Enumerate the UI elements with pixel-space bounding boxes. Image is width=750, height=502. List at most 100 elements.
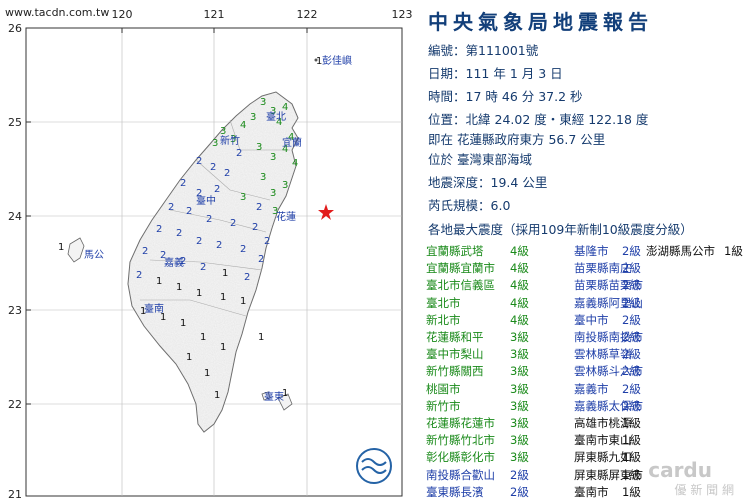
intensity-level: 2級 [622,347,641,362]
svg-text:2: 2 [252,222,258,233]
svg-text:3: 3 [256,142,262,153]
station-name: 新北市 [426,312,461,327]
svg-text:1: 1 [204,368,210,379]
svg-text:2: 2 [244,272,250,283]
svg-text:2: 2 [186,206,192,217]
station-name: 新竹縣關西 [426,364,484,379]
svg-text:2: 2 [176,228,182,239]
intensity-level: 2級 [510,484,529,499]
place-magong: 馬公 [84,249,104,261]
place-hualien: 花蓮 [276,210,296,223]
report-area: 位於 臺灣東部海域 [428,152,533,167]
intensity-row: 宜蘭縣武塔 4級 基隆市 2級 澎湖縣馬公市 1級 [426,243,746,261]
lon-label: 121 [204,8,225,21]
intensity-row: 新竹縣關西 3級 雲林縣斗六市 2級 [426,363,746,381]
intensity-row: 臺北市信義區 4級 苗栗縣苗栗市 2級 [426,277,746,295]
station-name: 桃園市 [426,381,461,396]
intensity-level: 2級 [622,381,641,396]
intensity-level: 1級 [622,433,641,448]
intensity-level: 3級 [510,450,529,465]
lat-label: 26 [8,22,22,35]
svg-text:1: 1 [214,390,220,401]
svg-text:3: 3 [240,192,246,203]
station-name: 新竹市 [426,398,461,413]
lon-label: 120 [112,8,133,21]
report-number: 編號：第111001號 [428,43,539,58]
report-date: 日期：111 年 1 月 3 日 [428,66,563,81]
svg-text:1: 1 [156,276,162,287]
station-name: 臺北市 [426,295,461,310]
svg-text:3: 3 [260,97,266,108]
intensity-level: 3級 [510,364,529,379]
intensity-row: 花蓮縣花蓮市 3級 高雄市桃源 1級 [426,415,746,433]
watermark-brand: cardu [648,458,712,482]
report-title: 中央氣象局地震報告 [428,10,653,34]
lat-label: 22 [8,398,22,411]
intensity-row: 新竹縣竹北市 3級 臺南市東山 1級 [426,432,746,450]
intensity-level: 3級 [510,433,529,448]
intensity-level: 2級 [622,312,641,327]
intensity-level: 3級 [510,330,529,344]
svg-text:2: 2 [156,224,162,235]
intensity-row: 新竹市 3級 嘉義縣太保市 2級 [426,398,746,416]
station-name: 臺中市梨山 [426,347,484,362]
svg-text:1: 1 [220,342,226,353]
intensity-level: 2級 [622,244,641,258]
place-taitung: 臺東 [264,390,284,403]
svg-text:2: 2 [236,148,242,159]
report-relative-location: 即在 花蓮縣政府東方 56.7 公里 [428,132,606,147]
station-name: 花蓮縣和平 [426,330,484,344]
intensity-level: 4級 [510,244,529,258]
station-name: 新竹縣竹北市 [426,433,495,448]
intensity-row: 桃園市 3級 嘉義市 2級 [426,381,746,399]
station-name: 臺東縣長濱 [426,484,484,499]
station-name: 宜蘭縣宜蘭市 [426,261,495,276]
svg-text:1: 1 [186,352,192,363]
station-name: 花蓮縣花蓮市 [426,416,495,430]
svg-text:2: 2 [168,202,174,213]
svg-text:2: 2 [206,214,212,225]
intensity-level: 2級 [622,398,641,413]
station-name: 澎湖縣馬公市 [646,244,715,258]
place-chiayi: 嘉義 [164,256,184,269]
report-time: 時間：17 時 46 分 37.2 秒 [428,89,583,104]
intensity-level: 2級 [622,330,641,344]
svg-text:2: 2 [136,270,142,281]
place-taichung: 臺中 [196,194,216,207]
earthquake-report-panel: 中央氣象局地震報告 編號：第111001號 日期：111 年 1 月 3 日 時… [420,0,750,500]
station-name: 嘉義市 [574,381,609,396]
lat-label: 21 [8,488,22,500]
station-name: 南投縣合歡山 [426,467,495,482]
lat-label: 25 [8,116,22,129]
watermark-url: www.tacdn.com.tw [5,6,110,19]
svg-text:3: 3 [270,152,276,163]
intensity-header: 各地最大震度（採用109年新制10級震度分級） [428,222,693,237]
svg-text:2: 2 [180,178,186,189]
intensity-level: 4級 [510,261,529,276]
station-name: 宜蘭縣武塔 [426,244,484,258]
intensity-level: 3級 [510,416,529,430]
cwb-logo [356,448,392,484]
place-hsinchu: 新竹 [220,134,240,147]
intensity-level: 2級 [622,364,641,379]
svg-text:1: 1 [240,296,246,307]
watermark-brand-sub: 優 新 聞 網 [674,483,734,497]
svg-text:2: 2 [200,262,206,273]
intensity-level: 1級 [622,484,641,499]
intensity-level: 2級 [510,467,529,482]
intensity-level: 4級 [510,312,529,327]
svg-text:3: 3 [282,180,288,191]
intensity-level: 3級 [510,381,529,396]
intensity-row: 臺中市梨山 3級 雲林縣草嶺 2級 [426,346,746,364]
station-name: 臺中市 [574,312,609,327]
place-yilan: 宜蘭 [282,136,302,149]
intensity-row: 花蓮縣和平 3級 南投縣南投市 2級 [426,329,746,347]
lat-label: 23 [8,304,22,317]
svg-text:1: 1 [176,282,182,293]
earthquake-map: 120 121 122 123 26 25 24 23 22 21 33 4 43… [8,8,413,500]
svg-text:2: 2 [196,236,202,247]
svg-text:2: 2 [240,244,246,255]
svg-text:3: 3 [212,138,218,149]
svg-text:1: 1 [58,242,64,253]
svg-text:1: 1 [220,292,226,303]
